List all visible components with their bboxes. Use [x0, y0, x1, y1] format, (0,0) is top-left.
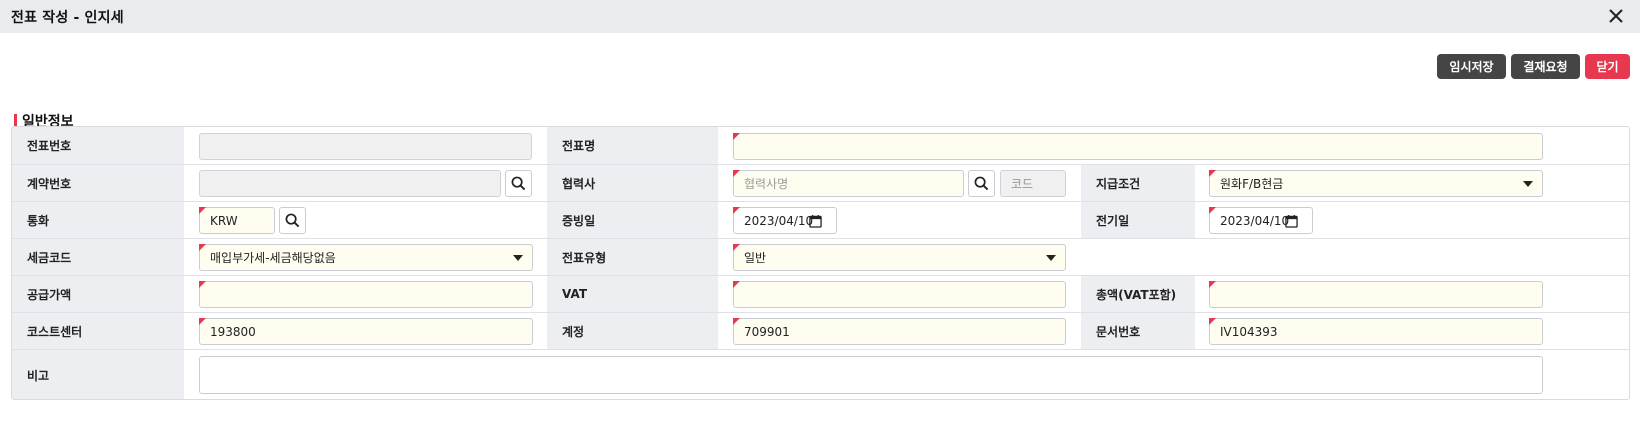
tax-code-label: 세금코드 [12, 239, 184, 275]
partner-code-field: 코드 [1000, 170, 1066, 197]
posting-date-input[interactable]: 2023/04/10 [1209, 207, 1313, 234]
contract-no-field [199, 170, 501, 197]
action-toolbar: 임시저장 결재요청 닫기 [1437, 54, 1630, 79]
chevron-down-icon [1523, 181, 1533, 187]
supply-amount-input[interactable] [199, 281, 533, 308]
currency-label: 통화 [12, 202, 184, 238]
calendar-icon[interactable] [809, 214, 822, 228]
voucher-type-label: 전표유형 [547, 239, 718, 275]
account-input[interactable]: 709901 [733, 318, 1066, 345]
partner-name-input[interactable]: 협력사명 [733, 170, 964, 197]
form-row: 비고 [12, 350, 1629, 399]
partner-search-button[interactable] [968, 170, 995, 197]
payment-terms-select[interactable]: 원화F/B현금 [1209, 170, 1543, 197]
title-bar: 전표 작성 - 인지세 [0, 0, 1640, 33]
currency-input[interactable]: KRW [199, 207, 275, 234]
voucher-type-select[interactable]: 일반 [733, 244, 1066, 271]
supply-amount-label: 공급가액 [12, 276, 184, 312]
document-no-input[interactable]: IV104393 [1209, 318, 1543, 345]
close-icon[interactable] [1606, 6, 1626, 26]
account-label: 계정 [547, 313, 718, 349]
evidence-date-label: 증빙일 [547, 202, 718, 238]
remarks-label: 비고 [12, 350, 184, 399]
form-row: 통화 KRW 증빙일 2023/04/10 전기일 2023/04/10 [12, 202, 1629, 239]
cost-center-label: 코스트센터 [12, 313, 184, 349]
general-info-form: 전표번호 전표명 계약번호 협력사 협력사명 코드 지급조건 원화F/B현금 통… [11, 126, 1630, 400]
voucher-name-input[interactable] [733, 133, 1543, 160]
remarks-input[interactable] [199, 356, 1543, 394]
voucher-name-label: 전표명 [547, 127, 718, 164]
form-row: 세금코드 매입부가세-세금해당없음 전표유형 일반 [12, 239, 1629, 276]
payment-terms-label: 지급조건 [1081, 165, 1195, 201]
vat-label: VAT [547, 276, 718, 312]
contract-search-button[interactable] [505, 170, 532, 197]
calendar-icon[interactable] [1285, 214, 1298, 228]
form-row: 계약번호 협력사 협력사명 코드 지급조건 원화F/B현금 [12, 165, 1629, 202]
search-icon [511, 176, 526, 191]
close-button[interactable]: 닫기 [1585, 54, 1630, 79]
partner-label: 협력사 [547, 165, 718, 201]
currency-search-button[interactable] [279, 207, 306, 234]
window-title: 전표 작성 - 인지세 [11, 9, 124, 26]
evidence-date-input[interactable]: 2023/04/10 [733, 207, 837, 234]
tax-code-select[interactable]: 매입부가세-세금해당없음 [199, 244, 533, 271]
chevron-down-icon [1046, 255, 1056, 261]
search-icon [974, 176, 989, 191]
vat-input[interactable] [733, 281, 1066, 308]
temp-save-button[interactable]: 임시저장 [1437, 54, 1506, 79]
total-amount-label: 총액(VAT포함) [1081, 276, 1195, 312]
form-row: 코스트센터 193800 계정 709901 문서번호 IV104393 [12, 313, 1629, 350]
form-row: 공급가액 VAT 총액(VAT포함) [12, 276, 1629, 313]
posting-date-label: 전기일 [1081, 202, 1195, 238]
document-no-label: 문서번호 [1081, 313, 1195, 349]
cost-center-input[interactable]: 193800 [199, 318, 533, 345]
voucher-no-label: 전표번호 [12, 127, 184, 164]
total-amount-input[interactable] [1209, 281, 1543, 308]
voucher-no-field [199, 133, 532, 160]
form-row: 전표번호 전표명 [12, 127, 1629, 165]
approval-request-button[interactable]: 결재요청 [1511, 54, 1580, 79]
contract-no-label: 계약번호 [12, 165, 184, 201]
search-icon [285, 213, 300, 228]
chevron-down-icon [513, 255, 523, 261]
